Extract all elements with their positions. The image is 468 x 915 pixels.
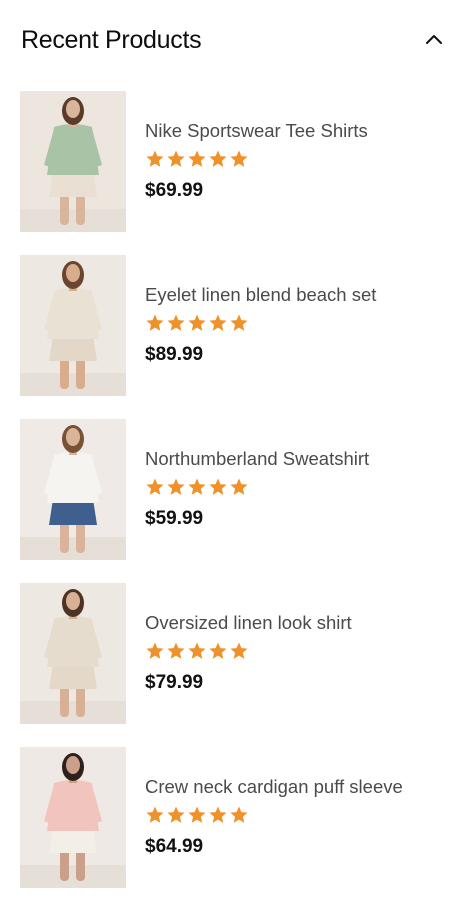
- star-icon: [146, 478, 164, 495]
- star-icon: [209, 150, 227, 167]
- product-name[interactable]: Nike Sportswear Tee Shirts: [145, 119, 445, 143]
- product-info: Nike Sportswear Tee Shirts $69.99: [145, 119, 445, 203]
- product-photo-eyelet-set: [20, 255, 126, 396]
- product-info: Northumberland Sweatshirt $59.99: [145, 447, 445, 531]
- product-rating: [145, 805, 445, 827]
- star-icon: [146, 642, 164, 659]
- star-icon: [188, 478, 206, 495]
- product-item[interactable]: Crew neck cardigan puff sleeve $64.99: [20, 747, 448, 888]
- star-icon: [230, 314, 248, 331]
- product-image[interactable]: [20, 91, 126, 232]
- widget-header: Recent Products: [20, 24, 448, 60]
- product-price: $69.99: [145, 180, 204, 201]
- product-list: Nike Sportswear Tee Shirts $69.99 Eyelet…: [20, 91, 448, 911]
- product-info: Oversized linen look shirt $79.99: [145, 611, 445, 695]
- product-price: $79.99: [145, 672, 204, 693]
- star-icon: [230, 478, 248, 495]
- product-photo-white-shirt-jeans: [20, 419, 126, 560]
- product-item[interactable]: Nike Sportswear Tee Shirts $69.99: [20, 91, 448, 232]
- product-image[interactable]: [20, 747, 126, 888]
- star-icon: [230, 150, 248, 167]
- star-icon: [188, 642, 206, 659]
- star-icon: [167, 642, 185, 659]
- product-rating: [145, 313, 445, 335]
- product-name[interactable]: Northumberland Sweatshirt: [145, 447, 445, 471]
- product-photo-linen-shirt: [20, 583, 126, 724]
- product-price: $59.99: [145, 508, 204, 529]
- product-item[interactable]: Oversized linen look shirt $79.99: [20, 583, 448, 724]
- product-rating: [145, 477, 445, 499]
- product-image[interactable]: [20, 583, 126, 724]
- star-icon: [188, 150, 206, 167]
- recent-products-widget: Recent Products Nike Sportswear Tee Shir…: [0, 0, 468, 915]
- star-icon: [230, 806, 248, 823]
- product-rating: [145, 641, 445, 663]
- product-name[interactable]: Crew neck cardigan puff sleeve: [145, 775, 445, 799]
- star-icon: [188, 314, 206, 331]
- product-photo-pink-cardigan: [20, 747, 126, 888]
- star-icon: [188, 806, 206, 823]
- product-item[interactable]: Northumberland Sweatshirt $59.99: [20, 419, 448, 560]
- widget-title: Recent Products: [21, 26, 202, 54]
- product-image[interactable]: [20, 255, 126, 396]
- star-icon: [167, 806, 185, 823]
- star-icon: [209, 806, 227, 823]
- star-icon: [146, 314, 164, 331]
- product-image[interactable]: [20, 419, 126, 560]
- collapse-button[interactable]: [422, 28, 446, 52]
- product-name[interactable]: Oversized linen look shirt: [145, 611, 445, 635]
- star-icon: [167, 314, 185, 331]
- star-icon: [209, 478, 227, 495]
- star-icon: [209, 314, 227, 331]
- star-icon: [146, 150, 164, 167]
- product-price: $89.99: [145, 344, 204, 365]
- product-photo-green-jacket: [20, 91, 126, 232]
- product-name[interactable]: Eyelet linen blend beach set: [145, 283, 445, 307]
- star-icon: [209, 642, 227, 659]
- chevron-up-icon: [426, 35, 442, 44]
- product-price: $64.99: [145, 836, 204, 857]
- star-icon: [167, 478, 185, 495]
- product-info: Eyelet linen blend beach set $89.99: [145, 283, 445, 367]
- product-rating: [145, 149, 445, 171]
- star-icon: [167, 150, 185, 167]
- product-item[interactable]: Eyelet linen blend beach set $89.99: [20, 255, 448, 396]
- product-info: Crew neck cardigan puff sleeve $64.99: [145, 775, 445, 859]
- star-icon: [146, 806, 164, 823]
- star-icon: [230, 642, 248, 659]
